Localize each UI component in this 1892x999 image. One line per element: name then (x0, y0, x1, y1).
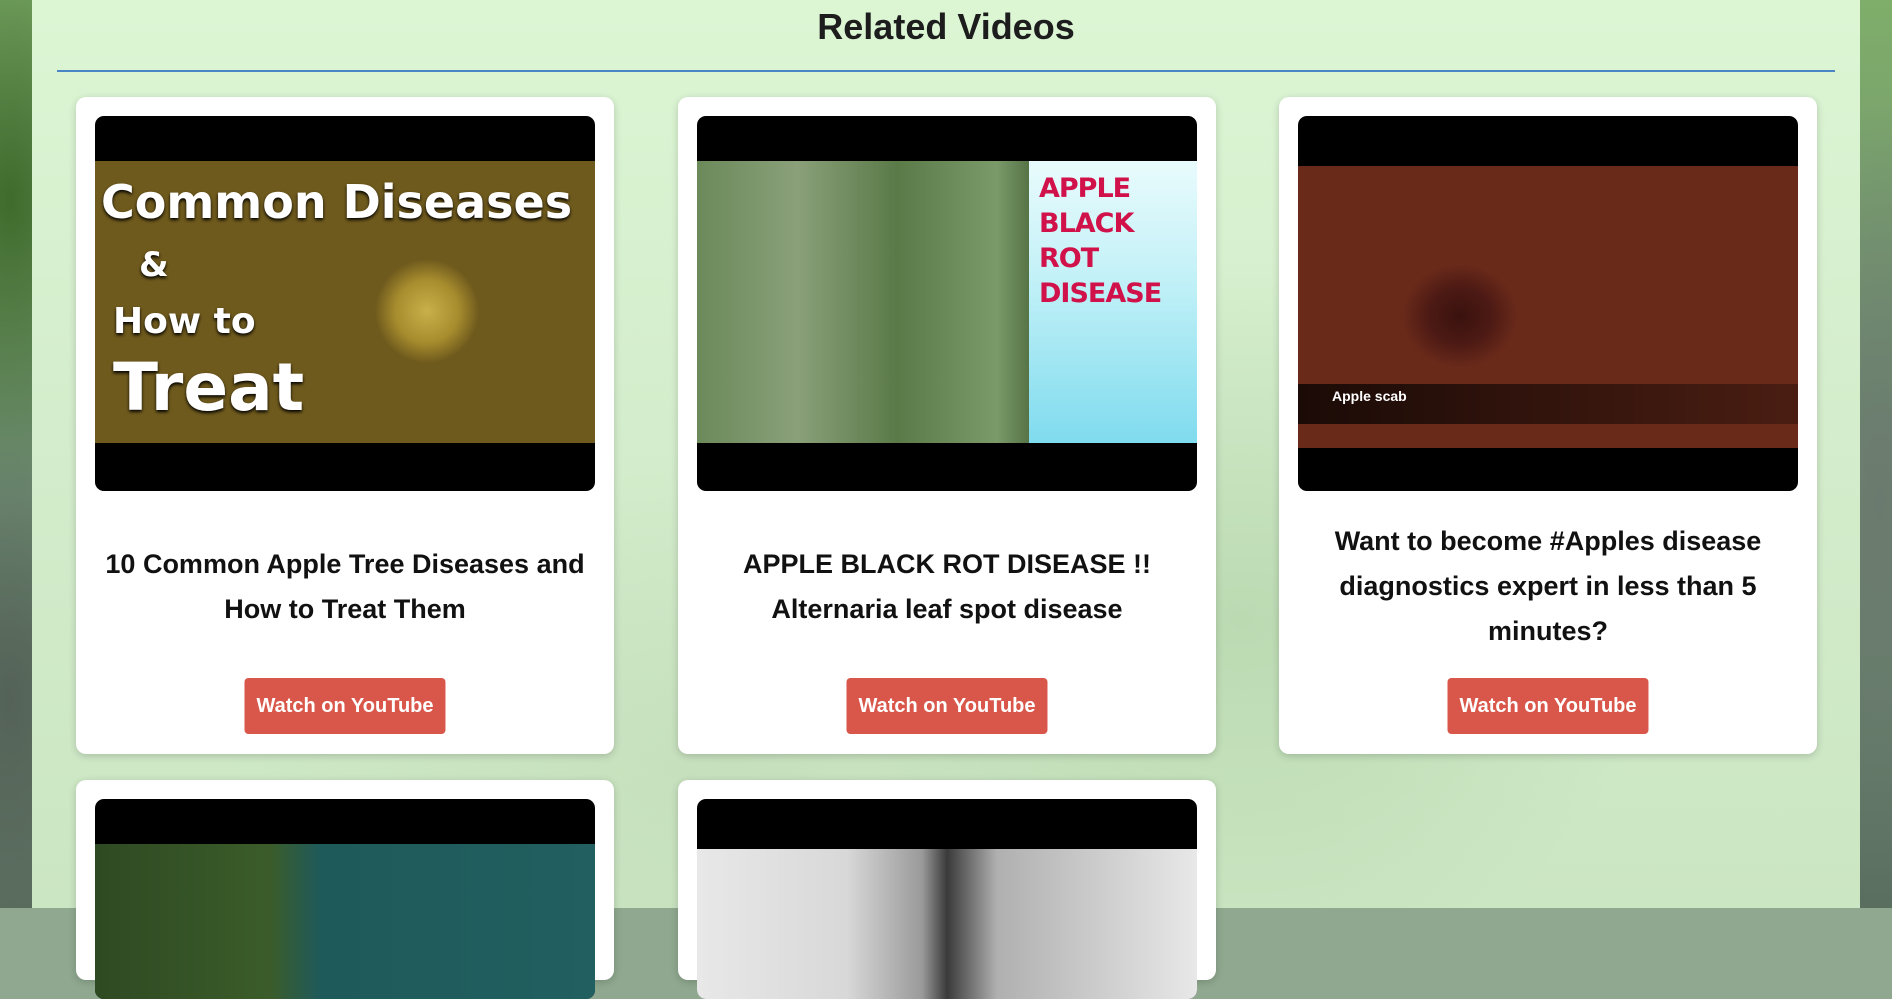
thumbnail-text: DISEASE (1039, 278, 1162, 309)
video-card (678, 780, 1216, 999)
video-card (76, 780, 614, 999)
thumbnail-image: APPLE BLACK ROT DISEASE (697, 161, 1197, 443)
related-videos-section: Related Videos Common Diseases & How to … (32, 0, 1860, 999)
video-thumbnail[interactable]: Common Diseases & How to Treat (95, 116, 595, 491)
video-thumbnail[interactable]: APPLE BLACK ROT DISEASE (697, 116, 1197, 491)
thumbnail-image (95, 844, 595, 999)
video-thumbnail[interactable]: Apple scab (1298, 116, 1798, 491)
thumbnail-image: Common Diseases & How to Treat (95, 161, 595, 443)
video-title: Want to become #Apples disease diagnosti… (1334, 526, 1762, 646)
thumbnail-text: BLACK (1039, 208, 1134, 239)
video-thumbnail[interactable] (697, 799, 1197, 999)
video-card: APPLE BLACK ROT DISEASE APPLE BLACK ROT … (678, 97, 1216, 754)
thumbnail-text: ROT (1039, 243, 1099, 274)
video-title: APPLE BLACK ROT DISEASE !! Alternaria le… (742, 549, 1152, 624)
video-card: Apple scab Want to become #Apples diseas… (1279, 97, 1817, 754)
thumbnail-image (697, 849, 1197, 999)
watch-on-youtube-button[interactable]: Watch on YouTube (846, 678, 1048, 734)
thumbnail-text: & (139, 245, 169, 285)
thumbnail-text: How to (113, 301, 256, 342)
thumbnail-caption: Apple scab (1332, 388, 1407, 404)
watch-on-youtube-button[interactable]: Watch on YouTube (1447, 678, 1649, 734)
section-heading: Related Videos (817, 6, 1075, 47)
video-title: 10 Common Apple Tree Diseases and How to… (105, 549, 585, 624)
thumbnail-text: APPLE (1039, 173, 1131, 204)
video-thumbnail[interactable] (95, 799, 595, 999)
video-card: Common Diseases & How to Treat 10 Common… (76, 97, 614, 754)
thumbnail-text: Common Diseases (101, 175, 573, 229)
thumbnail-image: Apple scab (1298, 166, 1798, 448)
heading-divider (57, 70, 1835, 72)
watch-on-youtube-button[interactable]: Watch on YouTube (244, 678, 446, 734)
thumbnail-text: Treat (113, 349, 305, 426)
